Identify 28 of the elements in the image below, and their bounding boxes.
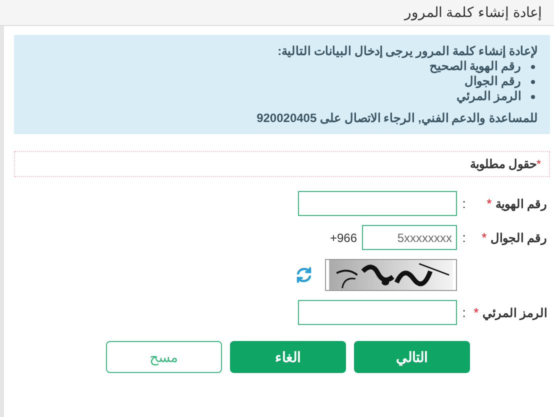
action-button[interactable]: الغاء <box>230 341 346 373</box>
info-list-item: رقم الهوية الصحيح <box>429 59 521 74</box>
info-text: لإعادة إنشاء كلمة المرور يرجى إدخال البيانات التالية: <box>276 44 538 59</box>
clear-button[interactable]: مسح <box>106 341 222 373</box>
info-list-item: رقم الجوال <box>464 74 521 89</box>
field-label: رقم الهوية <box>496 196 547 212</box>
action-button[interactable]: التالي <box>354 341 470 373</box>
bullet-icon <box>531 94 535 98</box>
required-mark: * <box>474 304 479 322</box>
bullet-icon <box>531 80 535 84</box>
bullet-icon <box>531 64 535 68</box>
input-field[interactable] <box>298 191 457 216</box>
required-mark: * <box>486 194 492 213</box>
colon: : <box>461 228 467 247</box>
info-list-item: الرمز المرئي <box>456 89 521 104</box>
required-note: حقول مطلوبة <box>470 156 536 173</box>
input-field[interactable] <box>298 300 457 325</box>
refresh-icon[interactable] <box>295 266 313 284</box>
mobile-field[interactable]: 5xxxxxxxx <box>362 225 457 250</box>
field-label: رقم الجوال <box>490 230 547 246</box>
page-title: إعادة إنشاء كلمة المرور <box>404 3 542 22</box>
country-code: +966 <box>330 230 357 246</box>
required-mark: * <box>482 228 487 247</box>
colon: : <box>461 194 467 213</box>
required-mark: * <box>536 156 541 171</box>
support-text: للمساعدة والدعم الفني, الرجاء الاتصال على 920020405 <box>256 111 538 126</box>
field-label: الرمز المرئي <box>482 304 547 322</box>
colon: : <box>461 304 467 322</box>
